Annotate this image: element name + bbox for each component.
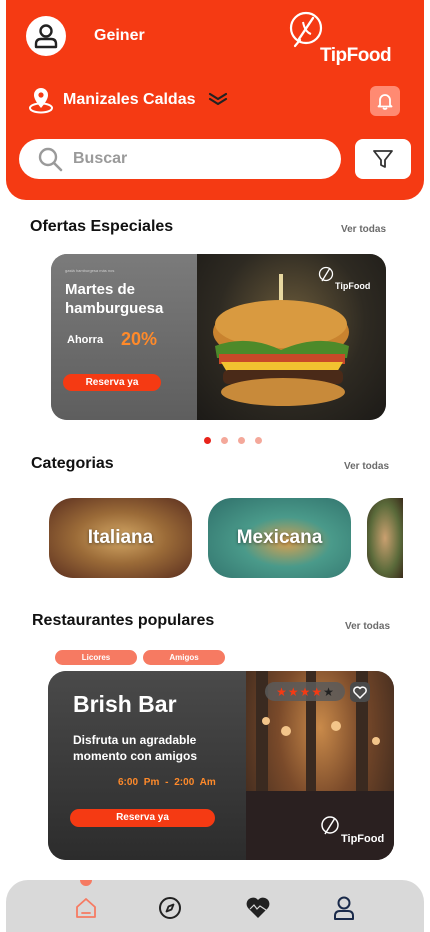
header: Geiner TipFood Manizales Caldas Buscar: [6, 0, 424, 200]
carousel-dot[interactable]: [255, 437, 262, 444]
popular-see-all-link[interactable]: Ver todas: [345, 621, 390, 632]
star-icon: ★: [287, 684, 299, 699]
restaurant-name: Brish Bar: [73, 691, 177, 717]
bell-icon: [377, 94, 393, 110]
brand-name: TipFood: [320, 45, 392, 66]
bottom-nav: [6, 880, 424, 932]
filter-button[interactable]: [355, 139, 411, 179]
search-bar[interactable]: Buscar: [19, 139, 341, 179]
offers-title: Ofertas Especiales: [30, 218, 174, 235]
heart-icon: [246, 897, 270, 918]
star-icon: ★: [323, 684, 334, 699]
compass-icon: [159, 897, 181, 919]
offer-card[interactable]: gastá hamburgesa más nos Martes de hambu…: [51, 254, 386, 420]
nav-explore[interactable]: [155, 894, 185, 922]
popular-title: Restaurantes populares: [32, 612, 215, 629]
user-icon: [34, 24, 58, 49]
offer-save-label: Ahorra: [67, 334, 104, 346]
restaurant-logo-icon: [321, 816, 339, 835]
carousel-dot[interactable]: [221, 437, 228, 444]
username: Geiner: [94, 27, 145, 44]
rating-stars: ★ ★ ★ ★ ★: [265, 682, 345, 701]
category-label: Mexicana: [236, 527, 323, 548]
restaurant-hours: 6:00 Pm - 2:00 Am: [118, 777, 216, 788]
restaurant-reserve-button[interactable]: Reserva ya: [70, 809, 215, 827]
filter-icon: [373, 150, 393, 168]
offer-brand: TipFood: [335, 281, 371, 291]
star-icon: ★: [299, 684, 311, 699]
restaurant-brand: TipFood: [341, 833, 385, 845]
location-label[interactable]: Manizales Caldas: [63, 91, 196, 109]
restaurant-card[interactable]: Brish Bar Disfruta un agradable momento …: [48, 671, 394, 860]
star-icon: ★: [311, 684, 323, 699]
categories-see-all-link[interactable]: Ver todas: [344, 461, 389, 472]
carousel-dot[interactable]: [238, 437, 245, 444]
search-icon: [38, 147, 63, 172]
tag-amigos[interactable]: Amigos: [143, 650, 225, 665]
offer-tiny-text: gastá hamburgesa más nos: [65, 268, 115, 273]
category-next[interactable]: [367, 498, 403, 578]
categories-title: Categorias: [31, 455, 114, 472]
burger-image: [197, 254, 386, 420]
star-icon: ★: [276, 684, 287, 699]
nav-profile[interactable]: [329, 894, 359, 922]
offer-discount: 20%: [121, 329, 158, 349]
nav-home[interactable]: [71, 894, 101, 922]
category-label: Italiana: [87, 527, 154, 548]
category-mexicana[interactable]: Mexicana: [208, 498, 351, 578]
double-chevron-down-icon[interactable]: [208, 92, 228, 106]
tag-licores[interactable]: Licores: [55, 650, 137, 665]
offers-see-all-link[interactable]: Ver todas: [341, 224, 386, 235]
app-screen: Geiner TipFood Manizales Caldas Buscar O…: [0, 0, 430, 932]
favorite-button[interactable]: [350, 682, 370, 702]
offer-reserve-button[interactable]: Reserva ya: [63, 374, 161, 391]
category-italiana[interactable]: Italiana: [49, 498, 192, 578]
burger-illustration: [213, 274, 349, 406]
carousel-dots: [204, 437, 262, 444]
offer-title: Martes de hamburguesa: [65, 281, 164, 317]
user-icon: [334, 896, 354, 920]
restaurant-description: Disfruta un agradable momento con amigos: [73, 733, 198, 763]
nav-favorites[interactable]: [243, 894, 273, 922]
notifications-button[interactable]: [370, 86, 400, 116]
home-icon: [76, 898, 96, 918]
search-input[interactable]: Buscar: [73, 150, 127, 168]
profile-avatar[interactable]: [26, 16, 66, 56]
location-pin-icon: [29, 88, 53, 114]
heart-outline-icon: [353, 685, 367, 699]
offer-logo-icon: [318, 266, 334, 282]
carousel-dot[interactable]: [204, 437, 211, 444]
